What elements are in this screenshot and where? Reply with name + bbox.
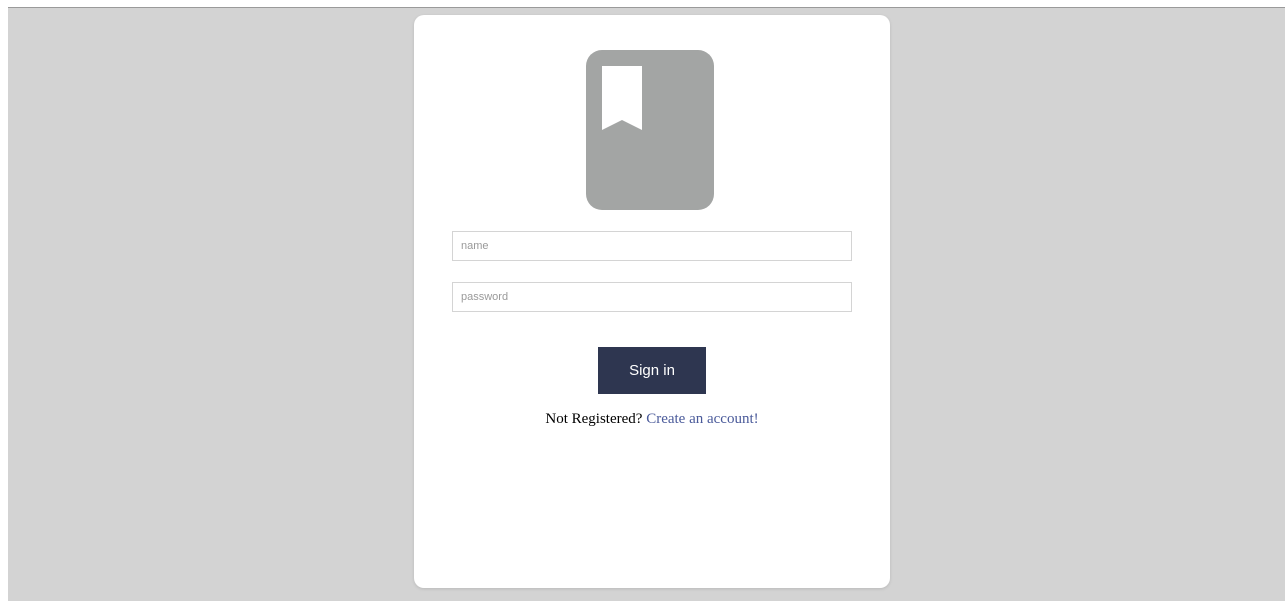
create-account-link[interactable]: Create an account!: [646, 411, 758, 427]
register-prompt-text: Not Registered?: [545, 411, 643, 427]
name-input[interactable]: [452, 231, 852, 261]
register-prompt-line: Not Registered? Create an account!: [414, 411, 890, 428]
password-input[interactable]: [452, 282, 852, 312]
bookmark-book-icon: [586, 50, 714, 210]
sign-in-button[interactable]: Sign in: [598, 347, 706, 394]
